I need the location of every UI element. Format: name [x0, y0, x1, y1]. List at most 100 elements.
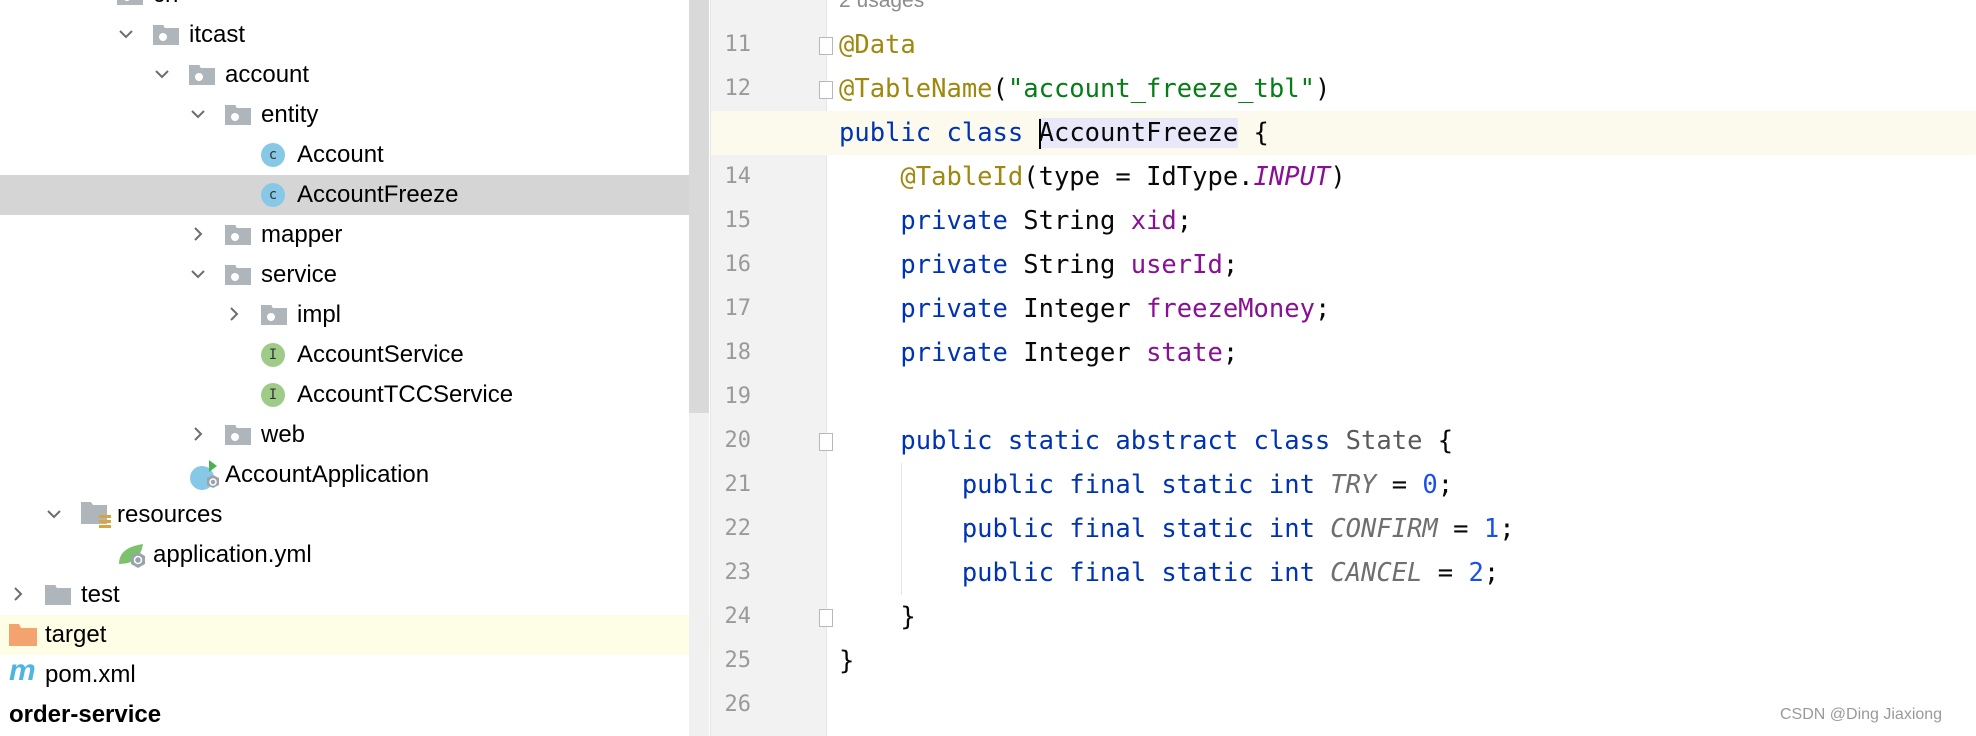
tree-item[interactable]: I AccountService: [0, 335, 689, 375]
code-token: @Data: [839, 30, 916, 60]
code-token: xid: [1130, 206, 1177, 236]
tree-item[interactable]: service: [0, 255, 689, 295]
line-number: 14: [724, 164, 752, 189]
code-line[interactable]: }: [839, 595, 916, 639]
project-tree-scrollbar[interactable]: [689, 0, 709, 736]
watermark: CSDN @Ding Jiaxiong: [1780, 706, 1943, 723]
code-token: CANCEL: [1330, 558, 1423, 588]
chevron-down-icon[interactable]: [117, 25, 135, 43]
chevron-down-icon[interactable]: [153, 65, 171, 83]
maven-icon: m: [9, 654, 36, 687]
tree-item-label: account: [225, 61, 310, 88]
tree-item[interactable]: account: [0, 55, 689, 95]
class-icon: c: [261, 183, 285, 207]
tree-item[interactable]: entity: [0, 95, 689, 135]
tree-item[interactable]: AccountApplication: [0, 455, 689, 495]
code-line[interactable]: private Integer state;: [839, 331, 1238, 375]
code-line[interactable]: private Integer freezeMoney;: [839, 287, 1330, 331]
chevron-right-icon[interactable]: [225, 305, 243, 323]
tree-item[interactable]: mapper: [0, 215, 689, 255]
code-line[interactable]: public final static int CANCEL = 2;: [839, 551, 1499, 595]
tree-item-label: AccountService: [297, 341, 464, 368]
code-token: =: [1437, 514, 1484, 544]
code-token: State: [1345, 426, 1423, 456]
tree-item-label: resources: [117, 501, 223, 528]
line-number: 20: [724, 428, 752, 453]
chevron-right-icon[interactable]: [189, 425, 207, 443]
code-editor[interactable]: 11121314151617181920212223242526 2 usage…: [711, 0, 1976, 736]
package-folder-icon: [117, 0, 143, 5]
package-folder-icon: [261, 305, 287, 325]
chevron-down-icon[interactable]: [189, 105, 207, 123]
chevron-down-icon[interactable]: [81, 0, 99, 3]
code-line[interactable]: public static abstract class State {: [839, 419, 1453, 463]
tree-item[interactable]: order-service: [0, 695, 689, 735]
code-line[interactable]: private String userId;: [839, 243, 1238, 287]
usages-hint[interactable]: 2 usages: [839, 0, 924, 23]
line-number: 11: [724, 32, 752, 57]
fold-marker-icon[interactable]: [819, 433, 833, 451]
code-line[interactable]: @Data: [839, 23, 916, 67]
chevron-right-icon[interactable]: [9, 585, 27, 603]
tree-item[interactable]: resources: [0, 495, 689, 535]
tree-item-label: AccountFreeze: [297, 181, 459, 208]
fold-marker-icon[interactable]: [819, 609, 833, 627]
chevron-down-icon[interactable]: [189, 265, 207, 283]
code-token: public: [839, 118, 932, 148]
fold-marker-icon[interactable]: [819, 37, 833, 55]
chevron-right-icon[interactable]: [189, 225, 207, 243]
spring-boot-class-icon: [189, 460, 219, 490]
code-token: public static abstract class: [900, 426, 1331, 456]
tree-item[interactable]: I AccountTCCService: [0, 375, 689, 415]
tree-item[interactable]: test: [0, 575, 689, 615]
tree-item[interactable]: itcast: [0, 15, 689, 55]
code-line[interactable]: public final static int TRY = 0;: [839, 463, 1453, 507]
code-token: }: [900, 602, 916, 632]
tree-item-label: pom.xml: [45, 661, 136, 688]
code-line[interactable]: @TableName("account_freeze_tbl"): [839, 67, 1330, 111]
code-line[interactable]: public final static int CONFIRM = 1;: [839, 507, 1515, 551]
code-token: ;: [1499, 514, 1515, 544]
tree-item-label: entity: [261, 101, 319, 128]
code-line[interactable]: private String xid;: [839, 199, 1192, 243]
class-icon: c: [261, 143, 285, 167]
code-line[interactable]: }: [839, 639, 854, 683]
tree-item[interactable]: m pom.xml: [0, 654, 689, 695]
code-token: String: [1007, 206, 1131, 236]
project-tree-panel: cn itcast account entity c Account c AccountFre…: [0, 0, 711, 736]
tree-item[interactable]: cn: [0, 0, 689, 15]
tree-item[interactable]: target: [0, 615, 710, 655]
code-token: =: [1376, 470, 1423, 500]
code-line[interactable]: public class AccountFreeze {: [839, 111, 1269, 155]
code-token: 1: [1483, 514, 1500, 544]
tree-item[interactable]: application.yml: [0, 535, 689, 575]
code-token: userId: [1130, 250, 1223, 280]
tree-item-label: service: [261, 261, 338, 288]
tree-item[interactable]: web: [0, 415, 689, 455]
code-token: }: [839, 646, 855, 676]
code-token: public final static int: [961, 514, 1315, 544]
code-token: AccountFreeze: [1038, 118, 1239, 148]
fold-marker-icon[interactable]: [819, 81, 833, 99]
tree-item-label: application.yml: [153, 541, 312, 568]
code-line[interactable]: @TableId(type = IdType.INPUT): [839, 155, 1345, 199]
tree-item[interactable]: c AccountFreeze: [0, 175, 689, 215]
code-token: class: [946, 118, 1024, 148]
code-token: ): [1314, 74, 1331, 104]
scrollbar-thumb[interactable]: [689, 0, 709, 413]
code-token: String: [1007, 250, 1131, 280]
code-token: "account_freeze_tbl": [1007, 74, 1315, 104]
tree-item[interactable]: c Account: [0, 135, 689, 175]
folder-icon: [45, 585, 71, 605]
chevron-down-icon[interactable]: [45, 505, 63, 523]
code-token: (: [992, 74, 1008, 104]
tree-item-label: cn: [153, 0, 178, 9]
tree-item[interactable]: impl: [0, 295, 689, 335]
code-token: Integer: [1007, 294, 1147, 324]
code-token: (type = IdType.: [1023, 162, 1254, 192]
line-number: 12: [724, 76, 752, 101]
code-token: ;: [1437, 470, 1454, 500]
